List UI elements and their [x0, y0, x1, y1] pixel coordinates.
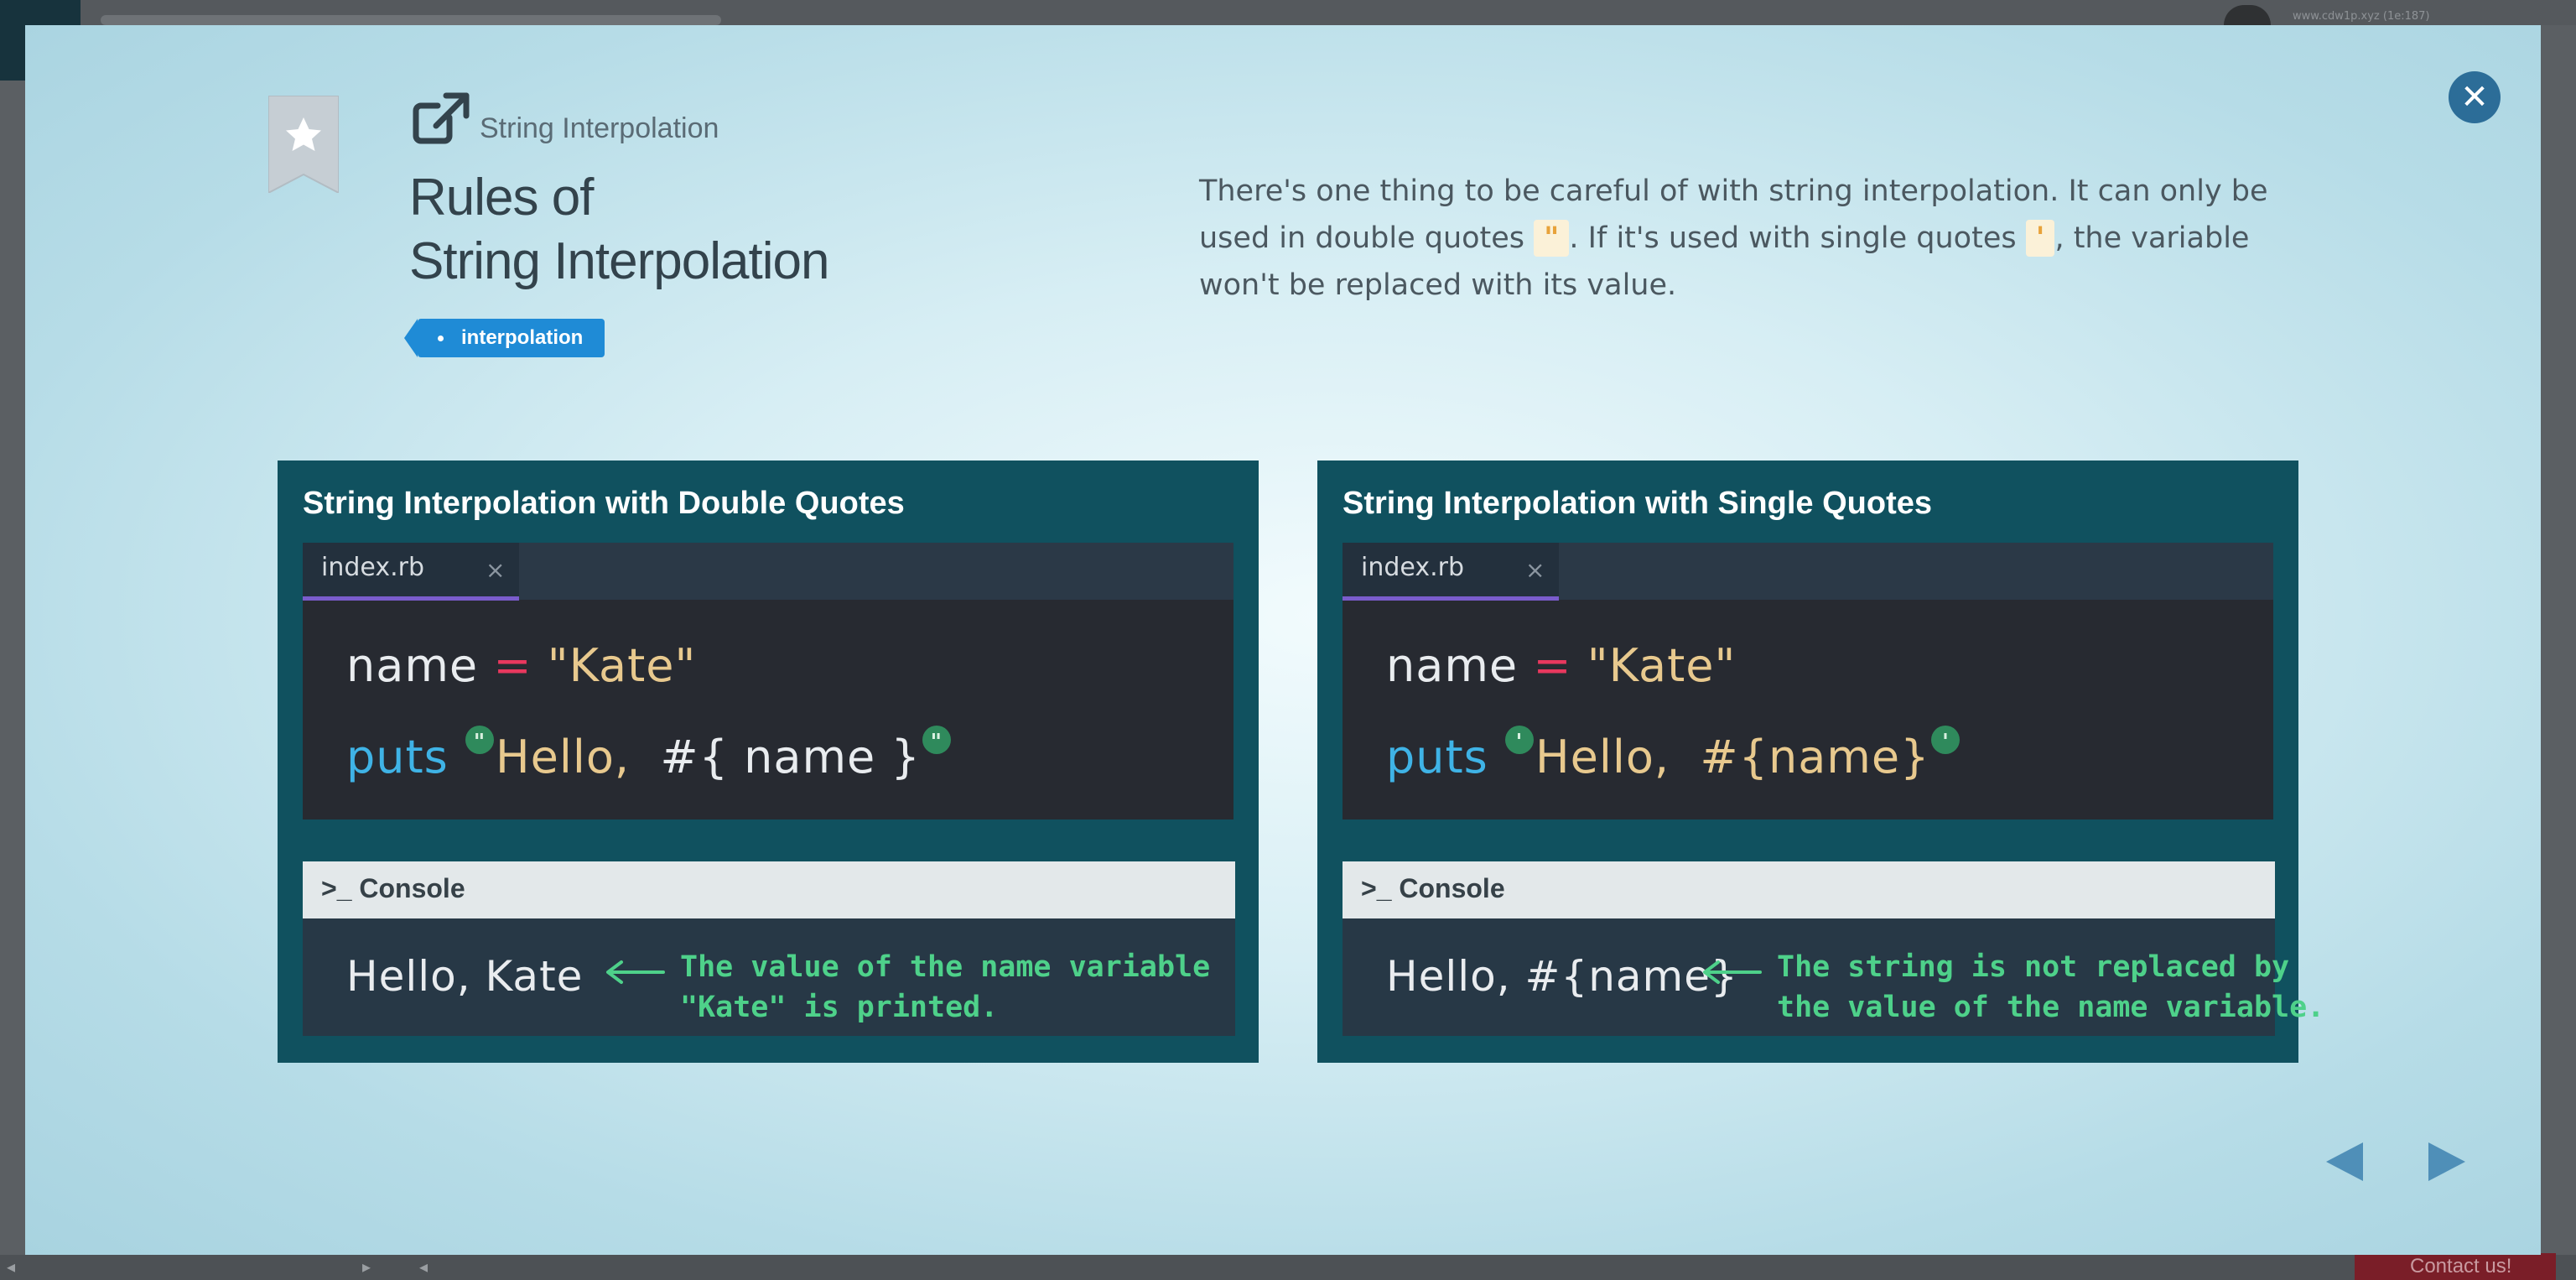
quote-highlight: ': [1504, 726, 1534, 755]
terminal-prompt-icon: >_: [321, 873, 352, 903]
tab-close-icon[interactable]: ×: [1525, 556, 1545, 584]
previous-slide-arrow-icon[interactable]: [2323, 1139, 2368, 1184]
arrow-left-icon: [1703, 960, 1762, 984]
tab-label: index.rb: [321, 553, 424, 582]
console-title-label: Console: [1399, 873, 1505, 903]
quote-highlight: ": [922, 726, 951, 755]
next-slide-arrow-icon[interactable]: [2423, 1139, 2469, 1184]
console-title: >_ Console: [321, 873, 465, 904]
code-line: puts ' Hello, #{name} ': [1386, 726, 1961, 783]
quote-highlight: ": [465, 726, 494, 755]
console-panel: >_ Console Hello, Kate The value of the …: [303, 861, 1235, 1036]
slide-title: String Interpolation with Double Quotes: [303, 486, 905, 521]
code-variable: name: [346, 639, 479, 692]
code-editor: index.rb × name = "Kate" puts ' Hello, #{…: [1343, 543, 2273, 820]
lesson-modal: ✕ String Interpolation Rules of String I…: [25, 25, 2541, 1255]
tag-label: interpolation: [461, 326, 584, 349]
tab-close-icon[interactable]: ×: [486, 556, 505, 584]
console-output: Hello, #{name}: [1386, 952, 1738, 1001]
lesson-title-line1: Rules of: [409, 169, 594, 226]
editor-tab-index-rb[interactable]: index.rb ×: [303, 543, 519, 601]
background-user-text: www.cdw1p.xyz (1e:187): [2293, 10, 2430, 23]
slide-title: String Interpolation with Single Quotes: [1343, 486, 1932, 521]
arrow-left-icon: [606, 960, 665, 984]
code-interpolation: #{name}: [1700, 731, 1930, 783]
scroll-left-arrow-icon: ◂: [419, 1257, 428, 1277]
code-variable: name: [1386, 639, 1519, 692]
code-line: puts " Hello, #{ name } ": [346, 726, 953, 783]
tab-label: index.rb: [1361, 553, 1464, 582]
console-title-label: Console: [359, 873, 465, 903]
tag-interpolation[interactable]: interpolation: [403, 319, 605, 357]
bookmark-star-icon[interactable]: [268, 96, 339, 193]
external-link-icon[interactable]: [413, 92, 471, 146]
code-line: name = "Kate": [1386, 639, 1736, 692]
scroll-left-arrow-icon: ◂: [7, 1257, 16, 1277]
console-title: >_ Console: [1361, 873, 1505, 904]
console-annotation: The value of the name variable "Kate" is…: [680, 950, 1211, 1024]
code-string: "Kate": [1587, 639, 1737, 692]
lesson-category: String Interpolation: [480, 112, 719, 144]
console-header: >_ Console: [1343, 861, 2275, 918]
background-bottom-bar: [0, 1255, 2576, 1280]
console-output: Hello, Kate: [346, 952, 584, 1001]
lesson-description: There's one thing to be careful of with …: [1199, 168, 2281, 309]
double-quote-chip: ": [1534, 220, 1570, 257]
console-panel: >_ Console Hello, #{name} The string is …: [1343, 861, 2324, 1036]
editor-tab-bar: index.rb ×: [1343, 543, 2273, 601]
lesson-title-line2: String Interpolation: [409, 232, 829, 290]
code-operator: =: [493, 639, 532, 692]
slide-double-quotes: String Interpolation with Double Quotes …: [278, 460, 1259, 1063]
code-keyword: puts: [346, 731, 449, 783]
single-quote-chip: ': [2025, 220, 2055, 257]
quote-highlight: ': [1931, 726, 1961, 755]
contact-us-button: Contact us!: [2355, 1253, 2556, 1280]
close-button[interactable]: ✕: [2449, 71, 2501, 123]
editor-tab-bar: index.rb ×: [303, 543, 1233, 601]
code-line: name = "Kate": [346, 639, 696, 692]
description-text: . If it's used with single quotes: [1569, 221, 2026, 255]
terminal-prompt-icon: >_: [1361, 873, 1392, 903]
console-annotation: The string is not replaced by the value …: [1777, 950, 2325, 1024]
console-header: >_ Console: [303, 861, 1235, 918]
code-string: Hello,: [1535, 731, 1670, 783]
lesson-title: Rules of String Interpolation: [409, 166, 996, 294]
background-search-bar: [101, 15, 721, 25]
close-icon: ✕: [2460, 78, 2489, 117]
code-string: Hello,: [495, 731, 631, 783]
code-operator: =: [1533, 639, 1572, 692]
code-interpolation: #{ name }: [660, 731, 921, 783]
editor-tab-index-rb[interactable]: index.rb ×: [1343, 543, 1559, 601]
code-editor: index.rb × name = "Kate" puts " Hello, #{…: [303, 543, 1233, 820]
slide-single-quotes: String Interpolation with Single Quotes …: [1317, 460, 2324, 1063]
scroll-right-arrow-icon: ▸: [362, 1257, 371, 1277]
tag-dot-icon: [438, 336, 444, 341]
code-keyword: puts: [1386, 731, 1488, 783]
code-string: "Kate": [547, 639, 697, 692]
